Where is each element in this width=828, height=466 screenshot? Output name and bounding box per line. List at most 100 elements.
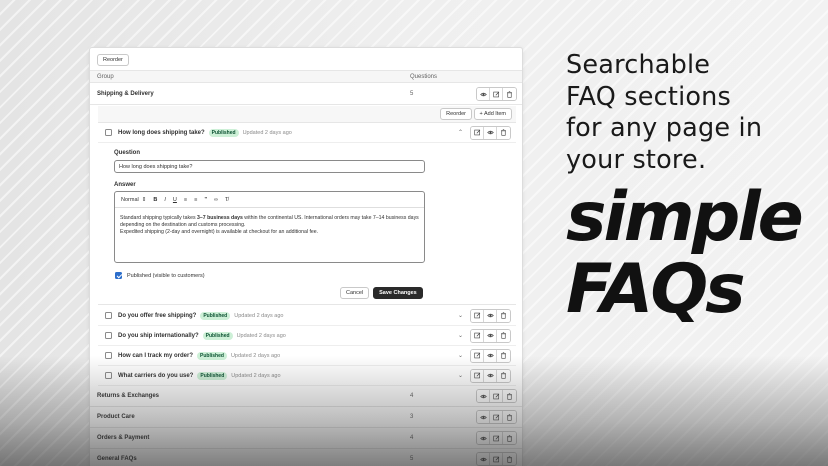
item-question: How can I track my order? (118, 352, 194, 359)
delete-icon[interactable] (497, 126, 510, 139)
group-actions (476, 87, 517, 101)
group-actions (476, 452, 517, 466)
cancel-button[interactable]: Cancel (340, 287, 370, 299)
group-name: Orders & Payment (97, 435, 150, 441)
edit-icon[interactable] (471, 309, 484, 322)
item-select-checkbox[interactable] (105, 332, 112, 339)
view-icon[interactable] (477, 390, 490, 402)
item-select-checkbox[interactable] (105, 129, 112, 136)
edit-icon[interactable] (471, 349, 484, 362)
faq-item-row[interactable]: How can I track my order? Published Upda… (98, 346, 516, 366)
group-row-shipping[interactable]: Shipping & Delivery 5 (90, 84, 522, 105)
ordered-list-icon[interactable]: ≡ (184, 197, 187, 203)
item-updated: Updated 2 days ago (236, 332, 286, 339)
view-icon[interactable] (484, 126, 497, 139)
chevron-up-icon[interactable]: ⌃ (458, 129, 463, 136)
chevron-down-icon[interactable]: ⌄ (458, 372, 463, 379)
quote-icon[interactable]: ” (204, 197, 207, 203)
item-select-checkbox[interactable] (105, 352, 112, 359)
italic-icon[interactable]: I (164, 197, 166, 203)
faq-item-row[interactable]: What carriers do you use? Published Upda… (98, 366, 516, 386)
edit-icon[interactable] (490, 88, 503, 100)
rich-text-toolbar: Normal ⇕ B I U ≡ ≡ ” ∞ T̸ (115, 192, 424, 208)
item-question: Do you ship internationally? (118, 332, 199, 339)
status-badge: Published (197, 351, 227, 360)
reorder-groups-button[interactable]: Reorder (97, 54, 129, 66)
delete-icon[interactable] (497, 349, 510, 362)
clear-format-icon[interactable]: T̸ (225, 197, 228, 203)
item-select-checkbox[interactable] (105, 312, 112, 319)
view-icon[interactable] (484, 329, 497, 342)
status-badge: Published (202, 331, 233, 340)
item-question: Do you offer free shipping? (118, 312, 197, 319)
delete-icon[interactable] (497, 309, 510, 322)
delete-icon[interactable] (503, 390, 516, 402)
delete-icon[interactable] (503, 453, 516, 465)
edit-icon[interactable] (490, 453, 503, 465)
format-select[interactable]: Normal ⇕ (121, 197, 146, 203)
item-select-checkbox[interactable] (105, 372, 112, 379)
answer-content[interactable]: Standard shipping typically takes 3–7 bu… (115, 208, 424, 243)
chevron-down-icon[interactable]: ⌄ (458, 312, 463, 319)
tagline-line: Searchable (566, 50, 711, 80)
status-badge: Published (208, 128, 239, 137)
question-label: Question (114, 150, 141, 156)
group-row-orders[interactable]: Orders & Payment 4 (90, 428, 522, 449)
tagline-line: for any page in (566, 113, 763, 143)
faq-item-row[interactable]: Do you ship internationally? Published U… (98, 326, 516, 346)
add-item-button[interactable]: + Add Item (473, 108, 512, 120)
group-name: Returns & Exchanges (97, 393, 160, 399)
item-updated: Updated 2 days ago (242, 129, 292, 136)
bullet-list-icon[interactable]: ≡ (194, 197, 197, 203)
group-actions (476, 431, 517, 445)
save-changes-button[interactable]: Save Changes (373, 287, 423, 299)
group-name: Shipping & Delivery (97, 91, 154, 97)
view-icon[interactable] (484, 309, 497, 322)
bold-icon[interactable]: B (153, 197, 157, 203)
edit-icon[interactable] (490, 390, 503, 402)
view-icon[interactable] (484, 349, 497, 362)
reorder-items-button[interactable]: Reorder (440, 108, 472, 120)
edit-icon[interactable] (490, 411, 503, 423)
group-actions-bar: Reorder + Add Item (98, 106, 516, 123)
answer-editor[interactable]: Normal ⇕ B I U ≡ ≡ ” ∞ T̸ Standard shipp… (114, 191, 425, 263)
faq-item-row[interactable]: How long does shipping take? Published U… (98, 123, 516, 143)
view-icon[interactable] (484, 369, 497, 382)
item-updated: Updated 2 days ago (231, 372, 281, 379)
faq-item-row[interactable]: Do you offer free shipping? Published Up… (98, 306, 516, 326)
group-question-count: 4 (410, 393, 414, 399)
item-updated: Updated 2 days ago (230, 352, 281, 359)
delete-icon[interactable] (503, 88, 516, 100)
group-row-returns[interactable]: Returns & Exchanges 4 (90, 386, 522, 407)
published-toggle[interactable]: Published (visible to customers) (115, 272, 205, 279)
group-row-general[interactable]: General FAQs 5 (90, 449, 522, 466)
tagline-line: your store. (566, 144, 707, 175)
group-row-product-care[interactable]: Product Care 3 (90, 407, 522, 428)
view-icon[interactable] (477, 411, 490, 423)
tagline: Searchable FAQ sections for any page in … (566, 50, 762, 176)
item-actions (470, 348, 511, 363)
delete-icon[interactable] (503, 411, 516, 423)
view-icon[interactable] (477, 453, 490, 465)
view-icon[interactable] (477, 432, 490, 444)
underline-icon[interactable]: U (173, 197, 177, 203)
edit-icon[interactable] (471, 369, 484, 382)
item-question: How long does shipping take? (118, 129, 205, 136)
delete-icon[interactable] (503, 432, 516, 444)
link-icon[interactable]: ∞ (214, 197, 218, 203)
edit-icon[interactable] (490, 432, 503, 444)
faq-admin-panel: Reorder Group Questions Shipping & Deliv… (89, 47, 523, 466)
item-question: What carriers do you use? (118, 372, 194, 379)
status-badge: Published (200, 311, 231, 320)
chevron-down-icon[interactable]: ⌄ (458, 352, 463, 359)
delete-icon[interactable] (497, 329, 510, 342)
group-actions (476, 389, 517, 403)
edit-icon[interactable] (471, 126, 484, 139)
chevron-down-icon[interactable]: ⌄ (458, 332, 463, 339)
tagline-line: FAQ sections (566, 81, 732, 112)
edit-icon[interactable] (471, 329, 484, 342)
view-icon[interactable] (477, 88, 490, 100)
question-input[interactable]: How long does shipping take? (114, 160, 425, 173)
delete-icon[interactable] (497, 369, 510, 382)
published-checkbox[interactable] (115, 272, 122, 279)
